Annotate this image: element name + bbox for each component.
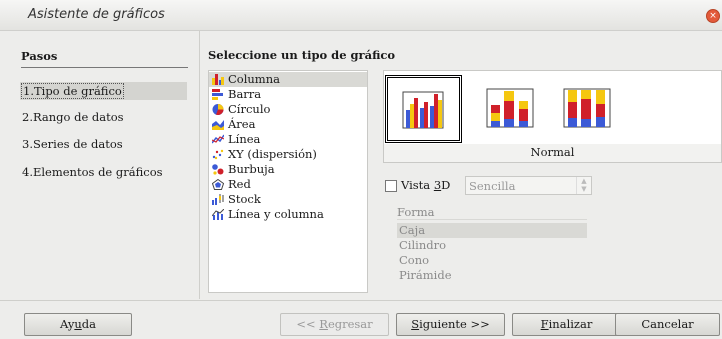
- subtype-caption: Normal: [530, 145, 575, 159]
- pie-chart-icon: [212, 104, 224, 115]
- chart-type-bubble[interactable]: Burbuja: [209, 162, 367, 177]
- column-line-chart-icon: [212, 209, 224, 220]
- chart-type-label: Barra: [228, 87, 262, 101]
- vista3d-checkbox[interactable]: [385, 180, 397, 192]
- help-label-post: da: [81, 317, 96, 331]
- back-label-pre: <<: [296, 317, 320, 331]
- vista3d-style-value: Sencilla: [469, 179, 516, 193]
- steps-panel: Pasos 1.Tipo de gráfico 2.Rango de datos…: [0, 31, 199, 299]
- step-label: 4.Elementos de gráficos: [22, 165, 163, 179]
- shape-item-cone[interactable]: Cono: [397, 253, 587, 268]
- chart-type-bar[interactable]: Barra: [209, 87, 367, 102]
- chart-type-label: Línea: [228, 132, 261, 146]
- back-label-post: egresar: [327, 317, 373, 331]
- finish-label-key: F: [540, 317, 549, 331]
- scatter-chart-icon: [212, 149, 224, 160]
- net-chart-icon: [212, 179, 224, 190]
- cancel-label: Cancelar: [641, 317, 694, 331]
- help-label-pre: Ay: [60, 317, 75, 331]
- step-chart-type[interactable]: 1.Tipo de gráfico: [20, 82, 187, 100]
- vista3d-style-select[interactable]: Sencilla ▲ ▼: [465, 176, 592, 195]
- area-chart-icon: [212, 120, 224, 130]
- steps-heading: Pasos: [21, 49, 58, 63]
- finish-label-post: inalizar: [548, 317, 593, 331]
- chart-type-column-line[interactable]: Línea y columna: [209, 207, 367, 222]
- step-label: 2.Rango de datos: [22, 110, 124, 124]
- step-chart-elements[interactable]: 4.Elementos de gráficos: [20, 163, 187, 181]
- step-data-range[interactable]: 2.Rango de datos: [20, 108, 187, 126]
- forma-label: Forma: [397, 205, 435, 219]
- footer-divider: [0, 300, 722, 301]
- shape-item-pyramid[interactable]: Pirámide: [397, 268, 587, 283]
- chart-type-label: Stock: [228, 192, 261, 206]
- finish-button[interactable]: Finalizar: [512, 313, 621, 336]
- subtype-stacked[interactable]: [472, 75, 549, 143]
- cancel-button[interactable]: Cancelar: [615, 313, 720, 336]
- normal-column-icon: [402, 91, 444, 129]
- stock-chart-icon: [212, 194, 224, 205]
- bubble-chart-icon: [212, 164, 224, 175]
- back-label-key: R: [319, 317, 328, 331]
- line-chart-icon: [212, 134, 224, 144]
- shape-item-box[interactable]: Caja: [397, 223, 587, 238]
- shape-list[interactable]: Caja Cilindro Cono Pirámide: [397, 223, 587, 287]
- subtype-percent-stacked[interactable]: [549, 75, 626, 143]
- chart-type-label: Burbuja: [228, 162, 275, 176]
- chart-type-line[interactable]: Línea: [209, 132, 367, 147]
- chart-type-net[interactable]: Red: [209, 177, 367, 192]
- chart-type-pie[interactable]: Círculo: [209, 102, 367, 117]
- column-chart-icon: [212, 74, 224, 85]
- stacked-column-icon: [486, 88, 534, 128]
- next-button[interactable]: Siguiente >>: [396, 313, 505, 336]
- percent-stacked-column-icon: [563, 88, 611, 128]
- forma-divider: [397, 219, 587, 220]
- step-data-series[interactable]: 3.Series de datos: [20, 135, 187, 153]
- help-label-key: u: [74, 317, 82, 331]
- vista3d-label-post: D: [441, 178, 451, 192]
- help-button[interactable]: Ayuda: [24, 313, 132, 336]
- subtype-normal[interactable]: [385, 75, 462, 143]
- step-label: 3.Series de datos: [22, 137, 123, 151]
- shape-item-cylinder[interactable]: Cilindro: [397, 238, 587, 253]
- chart-type-list[interactable]: Columna Barra Círculo Área Línea XY (dis…: [208, 70, 368, 293]
- title-bar: Asistente de gráficos ×: [0, 0, 722, 31]
- step-label: 1.Tipo de gráfico: [21, 83, 124, 99]
- chart-type-label: Línea y columna: [228, 207, 324, 221]
- chart-type-label: XY (dispersión): [228, 147, 317, 161]
- chart-type-column[interactable]: Columna: [209, 72, 367, 87]
- next-label-key: S: [411, 317, 420, 331]
- chart-type-heading: Seleccione un tipo de gráfico: [208, 48, 396, 62]
- panel-divider: [199, 31, 200, 299]
- vista3d-label-pre: Vista: [401, 178, 434, 192]
- chart-type-xy[interactable]: XY (dispersión): [209, 147, 367, 162]
- bar-chart-icon: [212, 89, 223, 100]
- chart-type-label: Red: [228, 177, 251, 191]
- steps-divider: [21, 67, 188, 68]
- next-label-post: iguiente >>: [419, 317, 490, 331]
- chart-type-label: Columna: [228, 72, 280, 86]
- spin-arrows-icon[interactable]: ▲ ▼: [576, 177, 591, 194]
- close-icon[interactable]: ×: [706, 9, 720, 23]
- chart-type-label: Área: [228, 117, 256, 131]
- vista3d-label: Vista 3D: [401, 178, 450, 192]
- chart-subtype-panel: Normal: [383, 70, 722, 163]
- window-title: Asistente de gráficos: [28, 7, 165, 22]
- chart-type-stock[interactable]: Stock: [209, 192, 367, 207]
- chart-type-area[interactable]: Área: [209, 117, 367, 132]
- back-button[interactable]: << Regresar: [280, 313, 389, 336]
- chart-type-label: Círculo: [228, 102, 271, 116]
